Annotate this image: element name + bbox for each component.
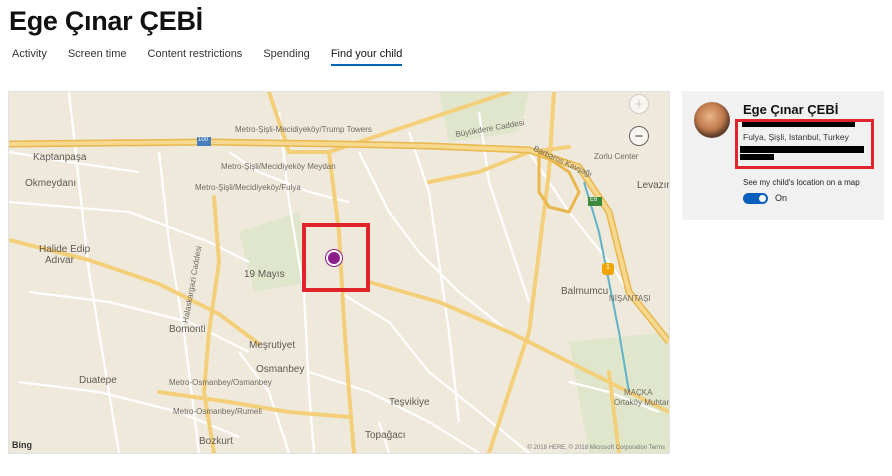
map-label-19-mayis: 19 Mayıs bbox=[244, 269, 285, 280]
map-view[interactable]: 100 E6 1 Kaptanpaşa Okmeydanı Halide Edi… bbox=[8, 91, 670, 454]
toggle-knob bbox=[759, 195, 766, 202]
map-label-metro-osmanbey: Metro-Osmanbey/Osmanbey bbox=[169, 378, 272, 387]
location-highlight-box bbox=[302, 223, 370, 292]
map-label-halide: Halide Edip bbox=[39, 244, 91, 255]
map-label-metro-trump: Metro-Şişli-Mecidiyeköy/Trump Towers bbox=[235, 125, 372, 134]
tab-spending[interactable]: Spending bbox=[263, 48, 310, 66]
map-label-metro-rumeli: Metro-Osmanbey/Rumeli bbox=[173, 407, 262, 416]
tab-content-restrictions[interactable]: Content restrictions bbox=[148, 48, 243, 66]
shield-1-label: 1 bbox=[606, 264, 610, 271]
map-label-duatepe: Duatepe bbox=[79, 375, 117, 386]
map-label-metro-meydan: Metro-Şişli/Mecidiyeköy Meydan bbox=[221, 162, 336, 171]
child-name: Ege Çınar ÇEBİ bbox=[743, 102, 839, 117]
map-label-balmumcu: Balmumcu bbox=[561, 286, 609, 297]
location-text-highlight-box bbox=[735, 119, 874, 169]
map-label-bomonti: Bomonti bbox=[169, 324, 206, 335]
tab-activity[interactable]: Activity bbox=[12, 48, 47, 66]
map-label-kaptanpasa: Kaptanpaşa bbox=[33, 152, 87, 163]
child-location-card: Ege Çınar ÇEBİ Fulya, Şişli, Istanbul, T… bbox=[682, 91, 884, 220]
location-toggle-state: On bbox=[775, 193, 788, 203]
tab-screen-time[interactable]: Screen time bbox=[68, 48, 127, 66]
map-label-adivar: Adıvar bbox=[45, 255, 74, 266]
map-label-bozkurt: Bozkurt bbox=[199, 436, 233, 447]
tab-bar: Activity Screen time Content restriction… bbox=[12, 48, 423, 66]
shield-e6-label: E6 bbox=[590, 197, 598, 203]
shield-100-label: 100 bbox=[198, 137, 209, 143]
location-toggle-label: See my child's location on a map bbox=[743, 178, 860, 187]
avatar bbox=[694, 102, 730, 138]
map-label-okmeydani: Okmeydanı bbox=[25, 178, 77, 189]
map-label-zorlu: Zorlu Center bbox=[594, 152, 639, 161]
map-label-ortakoy: Ortaköy Muhtarlığı bbox=[614, 398, 670, 407]
map-label-nisantasi: NİŞANTAŞI bbox=[609, 294, 651, 303]
bing-logo: Bing bbox=[12, 440, 32, 450]
tab-find-your-child[interactable]: Find your child bbox=[330, 48, 403, 66]
map-copyright[interactable]: © 2018 HERE, © 2018 Microsoft Corporatio… bbox=[528, 445, 665, 451]
page-title: Ege Çınar ÇEBİ bbox=[9, 6, 203, 36]
zoom-in-button[interactable]: + bbox=[629, 94, 649, 114]
map-label-tesvikiye: Teşvikiye bbox=[389, 397, 430, 408]
map-label-topagaci: Topağacı bbox=[365, 430, 406, 441]
map-label-metro-fulya: Metro-Şişli/Mecidiyeköy/Fulya bbox=[195, 183, 301, 192]
map-label-mesrutiyet: Meşrutiyet bbox=[249, 340, 296, 351]
map-label-macka: MAÇKA bbox=[624, 388, 653, 397]
map-label-levazim: Levazım bbox=[637, 180, 669, 191]
location-toggle[interactable] bbox=[743, 193, 768, 204]
zoom-out-button[interactable]: − bbox=[629, 126, 649, 146]
map-label-osmanbey: Osmanbey bbox=[256, 364, 305, 375]
